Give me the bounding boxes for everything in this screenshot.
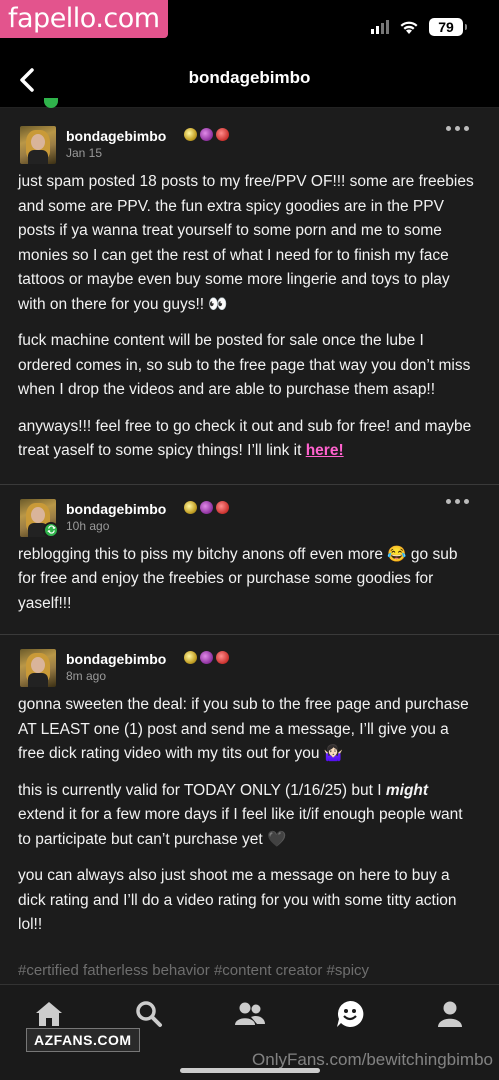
post-body: reblogging this to piss my bitchy anons … [18, 543, 481, 617]
tab-search[interactable] [132, 997, 166, 1031]
post-paragraph: anyways!!! feel free to go check it out … [18, 415, 475, 464]
post-paragraph: fuck machine content will be posted for … [18, 332, 471, 398]
battery-indicator: 79 [429, 18, 467, 36]
post-header: bondagebimbo 10h ago [18, 485, 481, 543]
post-paragraph: gonna sweeten the deal: if you sub to th… [18, 696, 469, 762]
cellular-signal-icon [371, 20, 389, 34]
crab-badge-icon [216, 500, 229, 514]
watermark-top: fapello.com [0, 0, 168, 38]
post: bondagebimbo 8m ago gonna sweeten the de… [0, 635, 499, 979]
post-paragraph: just spam posted 18 posts to my free/PPV… [18, 173, 474, 313]
post-username[interactable]: bondagebimbo [66, 128, 166, 144]
post-date: 10h ago [66, 518, 110, 533]
gold-badge-icon [184, 651, 197, 664]
crab-badge-icon [216, 128, 229, 141]
post-paragraph-text: anyways!!! feel free to go check it out … [18, 417, 472, 460]
page-title: bondagebimbo [188, 68, 311, 87]
post-body: just spam posted 18 posts to my free/PPV… [18, 170, 481, 464]
tab-activity[interactable] [233, 997, 267, 1031]
watermark-bottom: OnlyFans.com/bewitchingbimbo [252, 1050, 493, 1069]
wifi-icon [400, 21, 418, 34]
avatar[interactable] [20, 126, 56, 164]
post: bondagebimbo Jan 15 just spam posted 18 … [0, 108, 499, 464]
post-header: bondagebimbo 8m ago [18, 635, 481, 693]
home-icon [36, 1002, 62, 1026]
post-paragraph: you can always also just shoot me a mess… [18, 867, 457, 933]
post-paragraph-text: this is currently valid for TODAY ONLY (… [18, 781, 386, 799]
post-header: bondagebimbo Jan 15 [18, 108, 481, 170]
post-username[interactable]: bondagebimbo [66, 651, 166, 667]
watermark-left: AZFANS.COM [26, 1028, 140, 1052]
alien-badge-icon [200, 651, 213, 664]
post-paragraph: this is currently valid for TODAY ONLY (… [18, 779, 475, 853]
avatar[interactable] [20, 649, 56, 687]
gold-badge-icon [184, 128, 197, 141]
post-body: gonna sweeten the deal: if you sub to th… [18, 693, 481, 938]
post-username[interactable]: bondagebimbo [66, 501, 166, 517]
user-badges [184, 651, 229, 664]
people-icon [235, 1002, 265, 1025]
search-icon [136, 1001, 162, 1027]
crab-badge-icon [216, 651, 229, 664]
reblog-icon [43, 521, 59, 538]
here-link[interactable]: here! [306, 442, 344, 459]
user-badges [184, 500, 229, 514]
alien-badge-icon [200, 500, 213, 514]
post-date: 8m ago [66, 669, 107, 683]
navigation-bar: bondagebimbo [0, 52, 499, 108]
tab-inbox[interactable] [333, 997, 367, 1031]
post-tags[interactable]: #certified fatherless behavior #content … [18, 938, 481, 979]
user-badges [184, 128, 229, 141]
post: bondagebimbo 10h ago reblogging this to … [0, 485, 499, 617]
more-options-button[interactable] [446, 498, 469, 504]
person-icon [438, 1001, 462, 1027]
more-options-button[interactable] [446, 126, 469, 131]
post-feed[interactable]: bondagebimbo Jan 15 just spam posted 18 … [0, 108, 499, 984]
tab-home[interactable] [32, 997, 66, 1031]
smiley-chat-icon [337, 1000, 364, 1027]
status-icons: 79 [371, 18, 467, 36]
gold-badge-icon [184, 500, 197, 514]
post-paragraph: reblogging this to piss my bitchy anons … [18, 545, 458, 612]
tab-account[interactable] [433, 997, 467, 1031]
post-date: Jan 15 [66, 146, 103, 160]
alien-badge-icon [200, 128, 213, 141]
home-indicator [180, 1068, 320, 1073]
post-paragraph-text: extend it for a few more days if I feel … [18, 806, 463, 848]
emphasis-text: might [385, 781, 429, 799]
